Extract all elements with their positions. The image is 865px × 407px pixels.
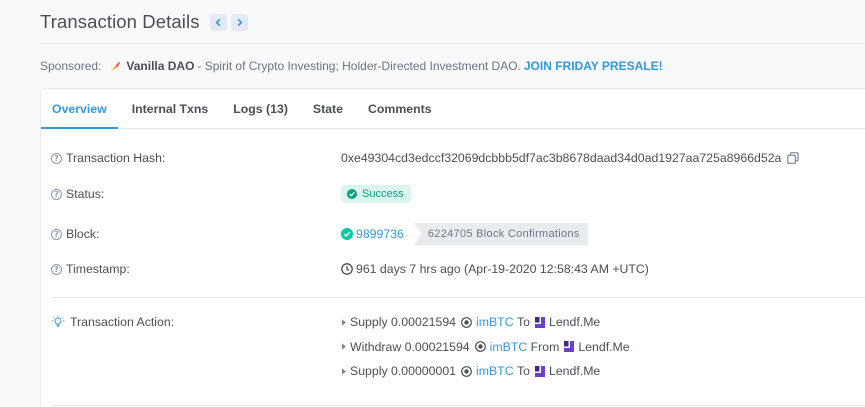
transaction-card: Overview Internal Txns Logs (13) State C… — [40, 88, 865, 407]
tab-comments[interactable]: Comments — [357, 89, 443, 128]
status-text: Success — [362, 188, 404, 200]
sponsor-name[interactable]: Vanilla DAO — [126, 59, 194, 73]
tab-overview[interactable]: Overview — [41, 89, 118, 129]
action-preposition: To — [517, 315, 530, 330]
lightbulb-icon — [51, 315, 65, 328]
block-confirmations-badge: 6224705 Block Confirmations — [413, 223, 588, 245]
imbtc-token-icon — [461, 316, 472, 328]
timestamp-label: Timestamp: — [66, 262, 130, 276]
help-icon[interactable]: ? — [51, 263, 62, 275]
imbtc-token-icon — [461, 365, 472, 377]
action-item: Supply 0.00000001 imBTC To Lendf.Me — [341, 359, 630, 384]
hash-label-group: ? Transaction Hash: — [51, 151, 341, 165]
help-icon[interactable]: ? — [51, 152, 62, 164]
block-value-group: 9899736 6224705 Block Confirmations — [341, 223, 588, 245]
block-number: 9899736 — [356, 227, 404, 241]
token-link[interactable]: imBTC — [476, 315, 514, 329]
action-row: Transaction Action: Supply 0.00021594 im… — [51, 310, 630, 384]
action-verb: Supply — [350, 364, 388, 379]
action-verb: Withdraw — [350, 339, 402, 354]
action-target[interactable]: Lendf.Me — [549, 364, 600, 378]
help-icon[interactable]: ? — [51, 188, 62, 200]
action-target[interactable]: Lendf.Me — [549, 315, 600, 329]
lendf-me-logo-icon — [535, 365, 545, 377]
block-label: Block: — [66, 227, 100, 241]
next-transaction-button[interactable] — [230, 13, 248, 31]
caret-right-icon — [342, 368, 346, 375]
caret-right-icon — [342, 343, 346, 350]
action-list: Supply 0.00021594 imBTC To Lendf.Me With… — [341, 310, 630, 384]
clock-icon — [341, 263, 353, 275]
tab-internal-txns[interactable]: Internal Txns — [121, 89, 220, 128]
transaction-hash: 0xe49304cd3edccf32069dcbbb5df7ac3b8678da… — [341, 151, 782, 165]
tab-logs[interactable]: Logs (13) — [222, 89, 299, 128]
action-amount: 0.00000001 — [391, 364, 456, 379]
imbtc-token-icon — [474, 341, 486, 353]
hash-row: ? Transaction Hash: 0xe49304cd3edccf3206… — [51, 151, 799, 165]
lendf-me-logo-icon — [564, 341, 575, 353]
token-link[interactable]: imBTC — [476, 364, 514, 378]
sponsor-cta-link[interactable]: JOIN FRIDAY PRESALE! — [524, 59, 663, 73]
status-label: Status: — [66, 187, 105, 201]
status-badge: Success — [341, 185, 411, 203]
timestamp-label-group: ? Timestamp: — [51, 262, 341, 276]
hash-value-group: 0xe49304cd3edccf32069dcbbb5df7ac3b8678da… — [341, 151, 799, 165]
action-item: Supply 0.00021594 imBTC To Lendf.Me — [341, 310, 630, 335]
lendf-me-logo-icon — [535, 316, 545, 328]
sponsor-description: - Spirit of Crypto Investing; Holder-Dir… — [197, 59, 521, 73]
copy-icon[interactable] — [787, 152, 799, 164]
previous-transaction-button[interactable] — [209, 13, 227, 31]
check-circle-icon — [347, 189, 357, 199]
block-number-link[interactable]: 9899736 — [341, 227, 404, 241]
sponsored-label: Sponsored: — [40, 59, 102, 73]
chevron-left-icon — [215, 18, 220, 26]
token-link[interactable]: imBTC — [490, 340, 528, 354]
page-title: Transaction Details — [40, 11, 200, 32]
status-row: ? Status: Success — [51, 185, 411, 203]
help-icon[interactable]: ? — [51, 228, 62, 240]
section-divider — [51, 297, 865, 298]
action-amount: 0.00021594 — [404, 339, 470, 354]
page-header: Transaction Details — [40, 8, 248, 36]
action-verb: Supply — [350, 315, 388, 330]
tab-bar: Overview Internal Txns Logs (13) State C… — [41, 89, 865, 129]
block-label-group: ? Block: — [51, 227, 341, 241]
action-label-group: Transaction Action: — [51, 310, 341, 335]
action-preposition: To — [517, 364, 530, 379]
action-label: Transaction Action: — [70, 315, 175, 330]
status-label-group: ? Status: — [51, 187, 341, 201]
action-amount: 0.00021594 — [391, 315, 456, 330]
hash-label: Transaction Hash: — [66, 151, 166, 165]
section-divider — [51, 405, 865, 406]
sponsored-banner: Sponsored: Vanilla DAO - Spirit of Crypt… — [40, 58, 663, 74]
header-divider — [40, 43, 865, 44]
timestamp-value-group: 961 days 7 hrs ago (Apr-19-2020 12:58:43… — [341, 262, 649, 276]
action-preposition: From — [530, 339, 560, 354]
status-value-group: Success — [341, 185, 411, 203]
timestamp-value: 961 days 7 hrs ago (Apr-19-2020 12:58:43… — [356, 262, 649, 276]
action-target[interactable]: Lendf.Me — [578, 340, 629, 354]
tab-state[interactable]: State — [302, 89, 354, 128]
action-item: Withdraw 0.00021594 imBTC From Lendf.Me — [341, 335, 630, 360]
check-circle-icon — [341, 228, 353, 240]
block-row: ? Block: 9899736 6224705 Block Confirmat… — [51, 223, 588, 245]
chevron-right-icon — [237, 18, 243, 26]
caret-right-icon — [342, 319, 346, 326]
timestamp-row: ? Timestamp: 961 days 7 hrs ago (Apr-19-… — [51, 262, 649, 276]
vanilla-dao-logo-icon — [111, 61, 121, 71]
